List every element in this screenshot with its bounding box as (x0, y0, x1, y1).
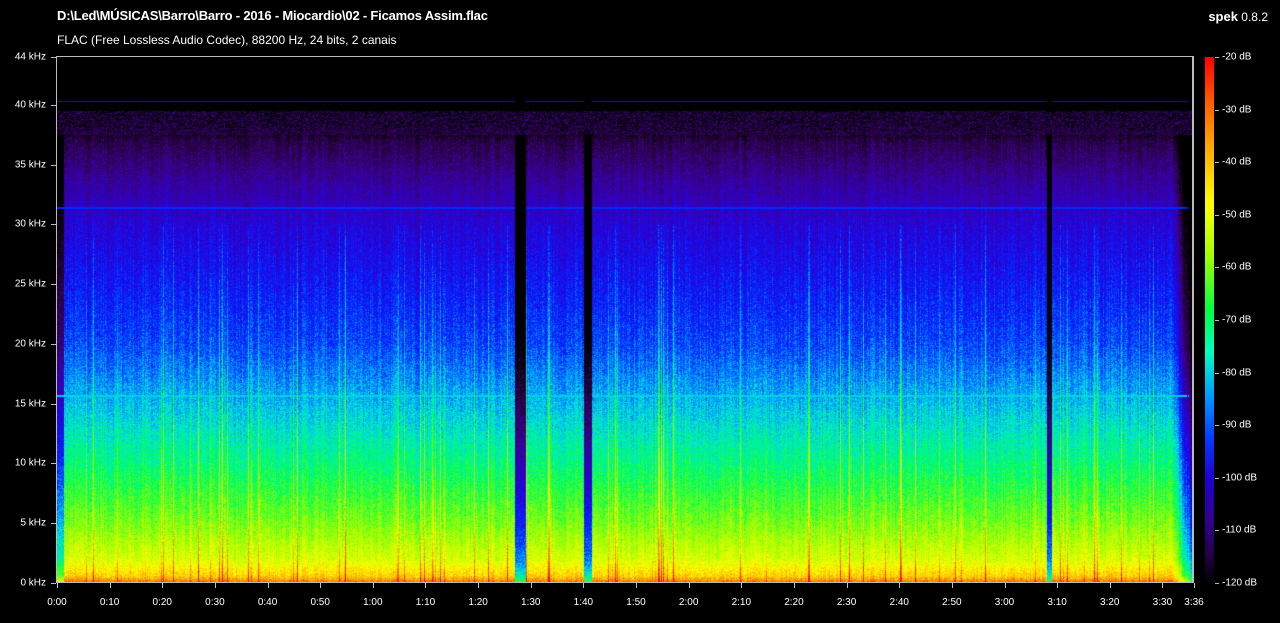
colorbar-tick-mark (1215, 425, 1219, 427)
y-tick-label: 30 kHz (14, 218, 46, 230)
x-tick-label: 2:10 (731, 597, 752, 608)
y-tick-mark (51, 164, 56, 166)
y-tick-label: 0 kHz (20, 577, 46, 589)
x-tick-label: 0:50 (310, 597, 330, 608)
x-tick-label: 2:50 (942, 597, 962, 608)
x-tick-label: 0:40 (257, 597, 278, 608)
x-tick-mark (1109, 583, 1111, 588)
x-tick-mark (1004, 583, 1006, 588)
colorbar-tick-label: -70 dB (1222, 314, 1252, 326)
x-tick-mark (1162, 583, 1164, 588)
x-tick-label: 1:40 (573, 597, 594, 608)
x-tick-label: 0:00 (47, 597, 67, 608)
y-tick-label: 10 kHz (14, 457, 46, 469)
x-tick-mark (741, 583, 743, 588)
x-tick-label: 2:30 (836, 597, 857, 608)
y-tick-mark (51, 523, 56, 525)
colorbar-tick-label: -40 dB (1222, 156, 1252, 168)
y-tick-label: 25 kHz (14, 278, 46, 290)
x-tick-mark (214, 583, 216, 588)
x-tick-mark (320, 583, 322, 588)
y-tick-label: 44 kHz (14, 51, 46, 63)
x-tick-mark (1194, 583, 1195, 588)
y-tick-mark (51, 583, 56, 584)
colorbar-tick-mark (1215, 214, 1219, 216)
colorbar-tick-mark (1215, 320, 1219, 321)
colorbar-tick-label: -20 dB (1222, 51, 1252, 63)
x-tick-mark (899, 583, 901, 588)
x-tick-mark (846, 583, 848, 588)
app-brand: spek 0.8.2 (1208, 9, 1268, 24)
x-tick-mark (372, 583, 374, 588)
x-tick-label: 3:10 (1047, 597, 1067, 608)
x-tick-label: 2:00 (678, 597, 699, 608)
plot-frame (56, 56, 1194, 583)
y-tick-label: 20 kHz (14, 338, 46, 350)
colorbar-tick-mark (1215, 530, 1219, 532)
y-tick-mark (51, 284, 56, 286)
y-tick-mark (51, 403, 56, 405)
colorbar-tick-label: -50 dB (1222, 209, 1252, 221)
x-tick-label: 1:00 (363, 597, 383, 608)
x-tick-mark (57, 583, 58, 588)
colorbar-tick-label: -60 dB (1222, 261, 1252, 273)
app-version: 0.8.2 (1241, 10, 1268, 24)
colorbar-tick-label: -30 dB (1222, 104, 1252, 116)
x-tick-mark (425, 583, 427, 588)
file-path-title: D:\Led\MÚSICAS\Barro\Barro - 2016 - Mioc… (57, 8, 488, 23)
y-tick-label: 5 kHz (20, 517, 46, 529)
colorbar-tick-mark (1215, 583, 1219, 584)
x-tick-mark (478, 583, 480, 588)
colorbar-tick-mark (1215, 57, 1219, 58)
y-tick-mark (51, 104, 56, 106)
x-tick-mark (951, 583, 953, 588)
x-tick-label: 0:30 (205, 597, 225, 608)
x-tick-mark (583, 583, 585, 588)
app-name: spek (1208, 9, 1238, 24)
x-tick-mark (267, 583, 269, 588)
x-tick-mark (688, 583, 690, 588)
x-tick-mark (636, 583, 638, 588)
x-tick-label: 1:10 (415, 597, 436, 608)
x-tick-label: 1:20 (468, 597, 488, 608)
colorbar-tick-mark (1215, 162, 1219, 164)
colorbar-tick-mark (1215, 477, 1219, 479)
colorbar-tick-label: -120 dB (1222, 577, 1258, 589)
x-tick-mark (793, 583, 795, 588)
x-tick-label: 3:36 (1184, 597, 1204, 608)
x-tick-mark (530, 583, 532, 588)
colorbar-tick-mark (1215, 267, 1219, 269)
x-tick-label: 1:50 (626, 597, 646, 608)
colorbar-tick-mark (1215, 109, 1219, 111)
x-tick-label: 3:20 (1100, 597, 1120, 608)
x-tick-mark (162, 583, 164, 588)
y-tick-mark (51, 57, 56, 58)
x-tick-mark (1057, 583, 1059, 588)
y-tick-mark (51, 224, 56, 226)
x-tick-label: 0:10 (99, 597, 120, 608)
format-info: FLAC (Free Lossless Audio Codec), 88200 … (57, 33, 397, 47)
x-tick-label: 2:20 (784, 597, 804, 608)
x-tick-label: 3:00 (994, 597, 1015, 608)
y-tick-mark (51, 343, 56, 345)
y-tick-label: 35 kHz (14, 159, 46, 171)
colorbar-tick-label: -90 dB (1222, 419, 1252, 431)
colorbar-tick-label: -110 dB (1222, 524, 1257, 536)
x-tick-label: 3:30 (1152, 597, 1173, 608)
colorbar-tick-mark (1215, 372, 1219, 374)
y-tick-mark (51, 463, 56, 465)
y-tick-label: 40 kHz (14, 99, 46, 111)
colorbar-tick-label: -100 dB (1222, 472, 1258, 484)
x-tick-label: 2:40 (889, 597, 909, 608)
x-tick-label: 0:20 (152, 597, 172, 608)
colorbar-tick-label: -80 dB (1222, 367, 1252, 379)
color-scale-bar (1205, 57, 1214, 583)
y-tick-label: 15 kHz (14, 398, 46, 410)
x-tick-mark (109, 583, 111, 588)
x-tick-label: 1:30 (521, 597, 541, 608)
